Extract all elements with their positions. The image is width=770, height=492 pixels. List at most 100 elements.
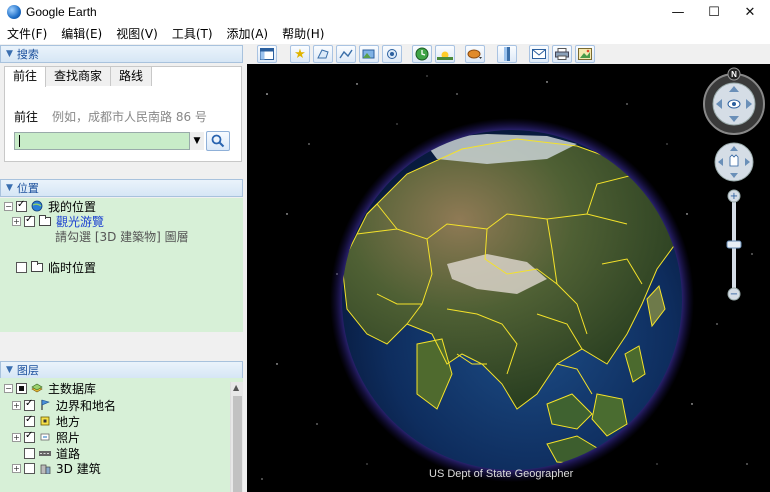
save-image-button[interactable] — [575, 45, 595, 63]
expand-toggle[interactable]: + — [12, 432, 21, 442]
search-panel-title: 搜索 — [16, 48, 39, 61]
layers-panel-header[interactable]: ▼ 图层 — [0, 361, 243, 379]
record-tour-icon — [387, 49, 397, 59]
email-button[interactable] — [529, 45, 549, 63]
collapse-toggle[interactable]: − — [4, 201, 13, 211]
tab-find-business[interactable]: 查找商家 — [45, 66, 112, 86]
zoom-slider[interactable]: + − — [726, 189, 742, 301]
checkbox[interactable] — [24, 430, 35, 443]
print-button[interactable] — [552, 45, 572, 63]
goto-label: 前往 — [14, 110, 39, 124]
scroll-up-icon[interactable]: ▲ — [233, 383, 239, 392]
expand-toggle[interactable]: + — [12, 463, 21, 473]
tree-label: 临时位置 — [48, 260, 97, 275]
tree-label: 地方 — [56, 414, 81, 429]
move-control[interactable] — [714, 142, 754, 182]
switch-planets-button[interactable] — [465, 45, 485, 63]
checkbox[interactable] — [24, 462, 35, 474]
add-polygon-button[interactable] — [313, 45, 333, 63]
search-tabs: 前往 查找商家 路线 — [4, 66, 153, 87]
checkbox[interactable] — [16, 199, 27, 212]
imagery-copyright: US Dept of State Geographer — [429, 468, 574, 480]
menu-bar: 文件(F) 编辑(E) 视图(V) 工具(T) 添加(A) 帮助(H) — [0, 24, 770, 44]
earth-3d-view[interactable]: N + − US Dept of State Geographer — [247, 64, 770, 492]
google-earth-logo-icon — [7, 5, 21, 19]
historical-imagery-button[interactable] — [412, 45, 432, 63]
layers-scrollbar[interactable]: ▲ — [230, 382, 243, 492]
search-input[interactable] — [14, 132, 204, 150]
flag-icon — [41, 399, 50, 410]
sunlight-button[interactable] — [435, 45, 455, 63]
globe-render[interactable]: N + − — [247, 64, 770, 492]
checkbox[interactable] — [24, 447, 35, 459]
menu-edit[interactable]: 编辑(E) — [54, 24, 109, 44]
tree-label: 边界和地名 — [56, 398, 117, 413]
search-button[interactable] — [206, 131, 230, 151]
expand-toggle[interactable]: + — [12, 216, 21, 226]
tree-row-3d-buildings[interactable]: + 3D 建筑 — [12, 460, 101, 476]
image-overlay-icon — [362, 49, 375, 59]
database-layers-icon — [31, 383, 43, 393]
menu-help[interactable]: 帮助(H) — [275, 24, 331, 44]
ruler-icon — [504, 47, 510, 61]
chevron-down-icon: ▼ — [193, 136, 201, 146]
tree-description: 請勾選 [3D 建築物] 圖層 — [55, 229, 189, 244]
tree-row-borders-labels[interactable]: + 边界和地名 — [12, 397, 116, 413]
window-title: Google Earth — [26, 5, 97, 19]
text-caret — [19, 135, 20, 147]
tree-row-primary-database[interactable]: − 主数据库 — [4, 380, 96, 396]
sunlight-icon — [437, 51, 453, 60]
tree-row-photos[interactable]: + 照片 — [12, 429, 80, 445]
scroll-thumb[interactable] — [233, 396, 242, 492]
search-panel-header[interactable]: ▼ 搜索 — [0, 45, 243, 63]
menu-view[interactable]: 视图(V) — [109, 24, 165, 44]
compass-north-label: N — [731, 70, 737, 79]
add-image-overlay-button[interactable] — [359, 45, 379, 63]
road-icon — [39, 451, 51, 456]
menu-tools[interactable]: 工具(T) — [165, 24, 220, 44]
tree-label: 主数据库 — [48, 381, 97, 396]
search-icon — [211, 134, 225, 148]
checkbox[interactable] — [16, 382, 27, 394]
title-bar: Google Earth — ☐ ✕ — [0, 0, 770, 24]
tree-row-temporary-places[interactable]: 临时位置 — [4, 259, 96, 275]
record-tour-button[interactable] — [382, 45, 402, 63]
path-icon — [339, 49, 353, 59]
checkbox[interactable] — [24, 414, 35, 427]
tree-row-description: 請勾選 [3D 建築物] 圖層 — [55, 228, 189, 244]
close-button[interactable]: ✕ — [730, 0, 770, 24]
add-path-button[interactable] — [336, 45, 356, 63]
menu-add[interactable]: 添加(A) — [220, 24, 276, 44]
svg-text:−: − — [730, 289, 738, 300]
ruler-button[interactable] — [497, 45, 517, 63]
menu-file[interactable]: 文件(F) — [0, 24, 54, 44]
folder-icon — [31, 260, 43, 272]
tree-label: 3D 建筑 — [56, 461, 101, 476]
add-placemark-button[interactable]: ★ — [290, 45, 310, 63]
maximize-button[interactable]: ☐ — [694, 0, 734, 24]
expand-toggle[interactable]: + — [12, 400, 21, 410]
sidebar-toggle-icon — [260, 48, 274, 60]
search-history-dropdown[interactable]: ▼ — [189, 132, 204, 150]
main-toolbar: ★ — [247, 44, 770, 64]
tree-row-places[interactable]: 地方 — [12, 413, 80, 429]
sidebar-toggle-button[interactable] — [257, 45, 277, 63]
collapse-triangle-icon: ▼ — [6, 365, 13, 375]
places-panel-header[interactable]: ▼ 位置 — [0, 179, 243, 197]
photo-icon — [40, 433, 50, 441]
checkbox[interactable] — [24, 214, 35, 227]
look-control[interactable] — [703, 73, 765, 135]
place-marker-icon — [40, 416, 50, 426]
minimize-button[interactable]: — — [658, 0, 698, 24]
tab-directions[interactable]: 路线 — [110, 66, 153, 86]
checkbox[interactable] — [16, 261, 27, 273]
tab-goto[interactable]: 前往 — [4, 66, 47, 87]
collapse-triangle-icon: ▼ — [6, 183, 13, 193]
places-panel-title: 位置 — [16, 182, 39, 195]
checkbox[interactable] — [24, 398, 35, 411]
goto-hint: 例如，成都市人民南路 86 号 — [52, 110, 207, 124]
collapse-toggle[interactable]: − — [4, 383, 13, 393]
globe-icon — [31, 200, 43, 212]
